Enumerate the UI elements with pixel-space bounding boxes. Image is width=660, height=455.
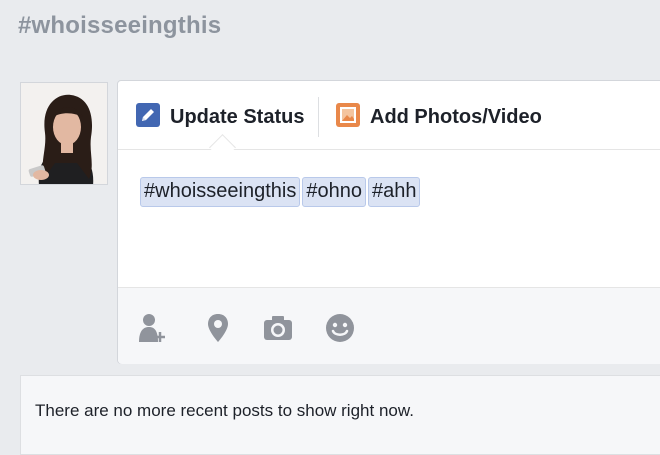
hashtag-token[interactable]: #ohno <box>302 177 366 207</box>
tab-update-status[interactable]: Update Status <box>136 102 305 132</box>
profile-photo <box>21 83 107 184</box>
tab-add-photos-video-label: Add Photos/Video <box>370 105 542 128</box>
camera-icon[interactable] <box>262 312 294 344</box>
status-composer: Update Status Add Photos/Video #whoissee… <box>117 80 660 364</box>
tab-update-status-label: Update Status <box>170 105 305 128</box>
avatar[interactable] <box>20 82 108 185</box>
page-title: #whoisseeingthis <box>18 12 222 39</box>
composer-action-bar <box>118 287 660 364</box>
hashtag-token[interactable]: #ahh <box>367 177 421 207</box>
photo-icon <box>336 102 360 132</box>
emoji-icon[interactable] <box>324 312 356 344</box>
pencil-icon <box>136 102 160 132</box>
empty-feed-message: There are no more recent posts to show r… <box>35 401 414 420</box>
location-pin-icon[interactable] <box>202 312 234 344</box>
hashtag-token[interactable]: #whoisseeingthis <box>140 177 301 207</box>
tab-divider <box>318 97 319 137</box>
tab-add-photos-video[interactable]: Add Photos/Video <box>336 102 542 132</box>
status-text-input[interactable]: #whoisseeingthis #ohno #ahh <box>140 177 656 207</box>
composer-tabs: Update Status Add Photos/Video <box>118 81 660 150</box>
tag-people-icon[interactable] <box>136 312 168 344</box>
empty-feed-notice: There are no more recent posts to show r… <box>20 375 660 455</box>
